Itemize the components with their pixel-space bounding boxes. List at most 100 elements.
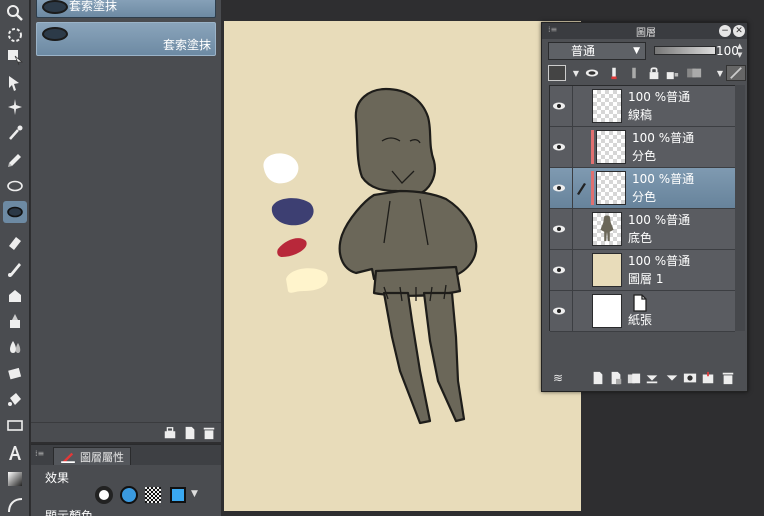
- layer-toolbar: ▼ ▼: [546, 63, 746, 83]
- draft-layer-icon[interactable]: [606, 65, 622, 81]
- figure-tool-icon[interactable]: [3, 414, 27, 436]
- ruler-tool-icon[interactable]: [3, 494, 27, 516]
- layer-name: 紙張: [628, 313, 653, 327]
- eye-icon[interactable]: [552, 100, 566, 112]
- layer-thumbnail[interactable]: [596, 130, 626, 164]
- lasso-tool-icon[interactable]: [3, 176, 27, 198]
- rotate-tool-icon[interactable]: [3, 24, 27, 46]
- blend-tool-icon[interactable]: [3, 336, 27, 358]
- layer-color-icon[interactable]: [170, 487, 186, 503]
- layer-color-swatch-icon[interactable]: [548, 65, 566, 81]
- text-tool-icon[interactable]: [3, 442, 27, 464]
- grip-icon[interactable]: ⁞≡: [35, 449, 44, 458]
- layer-name: 分色: [632, 190, 657, 204]
- app-window: 套索塗抹 套索塗抹 ⁞≡ 圖層屬性 效果 ▼ 顯示顏色 ⁞≡ 圖層 − ✕ 普通…: [0, 0, 764, 516]
- swatch-red: [277, 238, 307, 257]
- layer-settings-icon[interactable]: ≋: [550, 370, 566, 386]
- airbrush-tool-icon[interactable]: [3, 284, 27, 306]
- new-vector-layer-icon[interactable]: [608, 370, 624, 386]
- new-folder-icon[interactable]: [626, 370, 642, 386]
- chevron-down-icon[interactable]: ▼: [568, 65, 584, 81]
- opacity-stepper[interactable]: ▲ ▼: [737, 42, 746, 60]
- subtool-item-label: 套索塗抹: [69, 0, 118, 13]
- layer-list-scrollbar[interactable]: [735, 85, 745, 331]
- trash-icon[interactable]: [201, 425, 217, 441]
- clip-layer-icon[interactable]: [684, 65, 706, 81]
- layer-name: 底色: [628, 231, 653, 245]
- transfer-down-icon[interactable]: [664, 370, 680, 386]
- layer-opacity-blend: 100 %普通: [632, 131, 695, 145]
- merge-down-icon[interactable]: [644, 370, 660, 386]
- brush-tool-icon[interactable]: [3, 258, 27, 280]
- layer-property-panel: ⁞≡ 圖層屬性 效果 ▼ 顯示顏色: [31, 444, 221, 516]
- layer-thumbnail[interactable]: [596, 171, 626, 205]
- create-mask-icon[interactable]: [682, 370, 698, 386]
- layer-row[interactable]: 紙張: [550, 291, 735, 332]
- layer-row[interactable]: 100 %普通 底色: [550, 209, 735, 250]
- subtool-item-label: 套索塗抹: [162, 38, 211, 52]
- delete-layer-icon[interactable]: [720, 370, 736, 386]
- layer-row[interactable]: 100 %普通 分色: [550, 127, 735, 168]
- chevron-down-icon: ▼: [633, 46, 640, 56]
- blend-mode-select[interactable]: 普通 ▼: [548, 42, 646, 60]
- eye-icon[interactable]: [552, 141, 566, 153]
- effect-buttons: ▼: [95, 485, 205, 505]
- move-tool-icon[interactable]: [3, 72, 27, 94]
- object-tool-icon[interactable]: [3, 46, 27, 68]
- figure-silhouette: [338, 87, 478, 425]
- eye-icon[interactable]: [552, 305, 566, 317]
- eye-icon[interactable]: [552, 223, 566, 235]
- lasso-fill-icon: [42, 27, 68, 41]
- column-divider: [572, 209, 573, 249]
- apply-mask-icon[interactable]: [700, 370, 716, 386]
- gradient-tool-icon[interactable]: [3, 468, 27, 490]
- subtool-footer: [31, 422, 221, 442]
- layer-thumbnail[interactable]: [592, 212, 622, 246]
- eyedropper-tool-icon[interactable]: [3, 122, 27, 144]
- bucket-tool-icon[interactable]: [3, 388, 27, 410]
- new-subtool-icon[interactable]: [182, 425, 198, 441]
- color-effect-icon[interactable]: [120, 486, 138, 504]
- layer-thumbnail[interactable]: [592, 294, 622, 328]
- border-effect-icon[interactable]: [95, 486, 113, 504]
- mask-layer-icon[interactable]: [626, 65, 642, 81]
- layer-row[interactable]: 100 %普通 線稿: [550, 86, 735, 127]
- layer-panel-footer: ≋: [546, 368, 746, 388]
- auto-select-tool-icon[interactable]: [3, 96, 27, 118]
- layer-panel-title: 圖層: [636, 28, 656, 39]
- subtool-item-lasso-fill-selected[interactable]: 套索塗抹: [36, 22, 216, 56]
- tool-settings-icon[interactable]: [162, 425, 178, 441]
- paper-icon: [632, 294, 648, 312]
- zoom-tool-icon[interactable]: [3, 2, 27, 24]
- decoration-tool-icon[interactable]: [3, 310, 27, 332]
- tab-layer-property[interactable]: 圖層屬性: [53, 447, 131, 465]
- layer-thumbnail[interactable]: [592, 89, 622, 123]
- display-color-label: 顯示顏色: [45, 509, 94, 516]
- canvas-paper[interactable]: [224, 21, 581, 511]
- eraser-tool-icon[interactable]: [3, 232, 27, 254]
- minimize-icon[interactable]: −: [719, 25, 731, 37]
- lasso-fill-tool-icon[interactable]: [3, 201, 27, 223]
- eye-icon[interactable]: [552, 264, 566, 276]
- pen-tool-icon[interactable]: [3, 148, 27, 170]
- reference-layer-icon[interactable]: [584, 65, 600, 81]
- eye-icon[interactable]: [552, 182, 566, 194]
- opacity-value[interactable]: 100: [716, 42, 739, 60]
- tone-effect-icon[interactable]: [145, 487, 161, 503]
- layer-thumbnail[interactable]: [592, 253, 622, 287]
- layer-panel-titlebar[interactable]: ⁞≡ 圖層 − ✕: [542, 23, 747, 39]
- fill-tool-icon[interactable]: [3, 362, 27, 384]
- chevron-down-icon[interactable]: ▼: [191, 489, 198, 499]
- grip-icon[interactable]: ⁞≡: [548, 25, 557, 34]
- lock-icon[interactable]: [646, 65, 662, 81]
- column-divider: [572, 168, 573, 208]
- new-raster-layer-icon[interactable]: [590, 370, 606, 386]
- lock-alpha-icon[interactable]: [664, 65, 680, 81]
- layer-row[interactable]: 100 %普通 圖層 1: [550, 250, 735, 291]
- swatch-cream: [286, 268, 328, 293]
- subtool-item-lasso-fill[interactable]: 套索塗抹: [36, 0, 216, 18]
- close-icon[interactable]: ✕: [733, 25, 745, 37]
- layer-effect-icon[interactable]: [726, 65, 746, 81]
- opacity-slider[interactable]: [654, 46, 716, 55]
- layer-row[interactable]: 100 %普通 分色: [550, 168, 735, 209]
